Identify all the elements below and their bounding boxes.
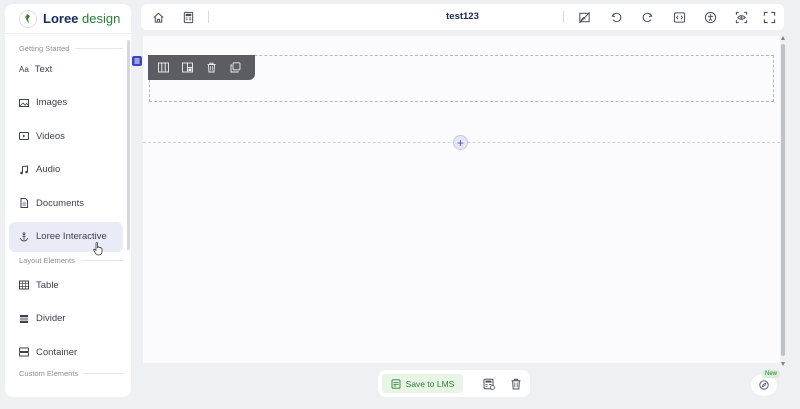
sidebar-item-label: Documents: [36, 197, 85, 209]
section-label-custom-elements: Custom Elements: [5, 368, 131, 380]
column-layout-icon[interactable]: [180, 61, 194, 75]
section-label-getting-started: Getting Started: [5, 42, 131, 54]
row-drag-handle[interactable]: [132, 56, 142, 66]
sidebar-item-table[interactable]: Table: [9, 270, 123, 300]
sidebar-item-divider[interactable]: Divider: [9, 304, 123, 334]
page-title: test123: [446, 11, 479, 22]
sidebar-item-audio[interactable]: Audio: [9, 155, 123, 185]
delete-icon[interactable]: [204, 61, 218, 75]
text-icon: Aa: [19, 64, 29, 74]
sidebar-item-label: Videos: [36, 130, 65, 142]
save-to-lms-button[interactable]: Save to LMS: [382, 374, 463, 393]
scrollbar-thumb[interactable]: [781, 44, 785, 356]
sidebar-item-text[interactable]: Aa Text: [9, 54, 123, 84]
sidebar-item-label: Loree Interactive: [36, 231, 107, 242]
redo-icon[interactable]: [640, 10, 654, 24]
music-note-icon: [20, 164, 28, 174]
add-row-button[interactable]: +: [453, 135, 468, 150]
sidebar: Loree design Getting Started Aa Text Ima…: [5, 4, 131, 397]
toolbar-separator: [563, 11, 564, 23]
section-label-layout-elements: Layout Elements: [5, 254, 131, 266]
logo-text: Loree design: [43, 11, 121, 26]
divider-icon: [20, 314, 28, 323]
plus-icon: +: [456, 135, 464, 150]
table-icon: [19, 280, 29, 290]
editor-canvas[interactable]: +: [132, 36, 780, 363]
image-icon: [19, 98, 29, 107]
logo-icon: [19, 9, 37, 28]
sidebar-item-label: Text: [34, 63, 53, 75]
undo-icon[interactable]: [609, 10, 623, 24]
anchor-icon: [20, 231, 28, 241]
sidebar-item-label: Divider: [36, 313, 66, 324]
scroll-up-arrow-icon[interactable]: [781, 36, 785, 40]
save-button-label: Save to LMS: [405, 378, 455, 389]
hide-image-icon[interactable]: [577, 10, 591, 24]
columns-icon[interactable]: [156, 61, 170, 75]
row-toolbar: [148, 55, 255, 80]
sidebar-item-label: Container: [36, 346, 78, 358]
sidebar-item-container[interactable]: Container: [9, 337, 123, 367]
fullscreen-icon[interactable]: [762, 10, 776, 24]
sidebar-item-videos[interactable]: Videos: [9, 121, 123, 151]
document-icon: [20, 198, 28, 208]
preview-icon[interactable]: [734, 10, 748, 24]
compass-icon: [759, 380, 769, 390]
sidebar-item-loree-interactive[interactable]: Loree Interactive: [9, 221, 123, 252]
canvas-scrollbar[interactable]: [780, 36, 786, 366]
top-toolbar: test123: [141, 4, 784, 30]
trash-icon[interactable]: [509, 377, 522, 390]
copy-icon[interactable]: [228, 61, 242, 75]
scroll-down-arrow-icon[interactable]: [781, 362, 785, 366]
sidebar-item-label: Table: [36, 279, 59, 291]
video-icon: [19, 132, 29, 140]
code-icon[interactable]: [672, 10, 686, 24]
sidebar-scrollbar[interactable]: [127, 40, 130, 250]
sidebar-item-documents[interactable]: Documents: [9, 188, 123, 218]
new-badge: New: [762, 370, 781, 378]
sidebar-item-label: Audio: [36, 164, 61, 175]
menu-icon: [134, 58, 140, 64]
accessibility-icon[interactable]: [703, 10, 717, 24]
hand-cursor-icon: [93, 242, 103, 256]
bottom-action-bar: Save to LMS: [378, 370, 530, 397]
container-icon: [19, 347, 29, 357]
logo: Loree design: [5, 4, 131, 34]
save-template-icon[interactable]: [482, 377, 495, 390]
save-icon: [391, 378, 401, 389]
sidebar-item-label: Images: [36, 97, 68, 108]
sidebar-item-images[interactable]: Images: [9, 88, 123, 118]
